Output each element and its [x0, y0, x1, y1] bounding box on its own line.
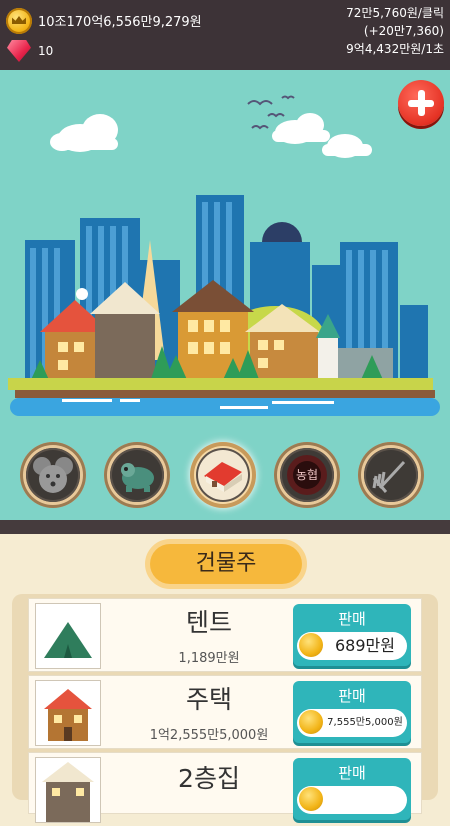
item-name: 2층집 — [178, 764, 240, 793]
rake-icon — [364, 448, 418, 502]
sell-value: 7,555만5,000원 — [297, 709, 407, 737]
tent-icon — [35, 603, 101, 669]
item-price: 1,189만원 — [178, 651, 240, 666]
panel-title: 건물주 — [150, 544, 302, 584]
turtle-icon — [110, 448, 164, 502]
per-second-rate: 9억4,432만원/1초 — [346, 42, 444, 56]
tab-building[interactable] — [190, 442, 256, 508]
list-item: 2층집 판매 — [28, 752, 422, 823]
click-bonus: (+20만7,360) — [363, 24, 444, 38]
coin-icon — [299, 633, 323, 657]
tab-tools[interactable] — [358, 442, 424, 508]
per-click-rate: 72만5,760원/클릭 — [346, 6, 444, 20]
coin-icon — [299, 787, 323, 811]
mouse-icon — [26, 448, 80, 502]
farm-label: 농협 — [296, 468, 318, 482]
sell-button[interactable]: 판매 — [293, 758, 411, 820]
money-total: 10조170억6,556만9,279원 — [38, 15, 202, 30]
coin-icon — [6, 8, 32, 34]
sell-button[interactable]: 판매 689만원 — [293, 604, 411, 666]
sell-label: 판매 — [338, 610, 366, 628]
sell-button[interactable]: 판매 7,555만5,000원 — [293, 681, 411, 743]
cloud-icon — [50, 114, 118, 152]
tab-turtle[interactable] — [104, 442, 170, 508]
house-icon — [196, 448, 250, 502]
add-plus-button[interactable] — [398, 80, 444, 126]
item-name: 텐트 — [185, 608, 232, 637]
sell-label: 판매 — [338, 764, 366, 782]
item-name: 주택 — [185, 685, 232, 714]
list-item: 텐트 1,189만원 판매 689만원 — [28, 598, 422, 672]
sell-value: 689만원 — [297, 632, 407, 660]
sell-value — [297, 786, 407, 814]
item-price: 1억2,555만5,000원 — [149, 728, 269, 743]
house-icon — [35, 680, 101, 746]
two-story-house-icon — [35, 757, 101, 823]
gem-icon — [7, 40, 31, 62]
section-divider — [0, 520, 450, 534]
tab-farm[interactable]: 농협 — [274, 442, 340, 508]
gem-count: 10 — [38, 44, 54, 58]
list-item: 주택 1억2,555만5,000원 판매 7,555만5,000원 — [28, 675, 422, 749]
coin-icon — [299, 710, 323, 734]
top-status-bar: 10조170억6,556만9,279원 10 72만5,760원/클릭 (+20… — [0, 0, 450, 70]
tab-mouse[interactable] — [20, 442, 86, 508]
sell-label: 판매 — [338, 687, 366, 705]
farm-emblem-icon: 농협 — [280, 448, 334, 502]
